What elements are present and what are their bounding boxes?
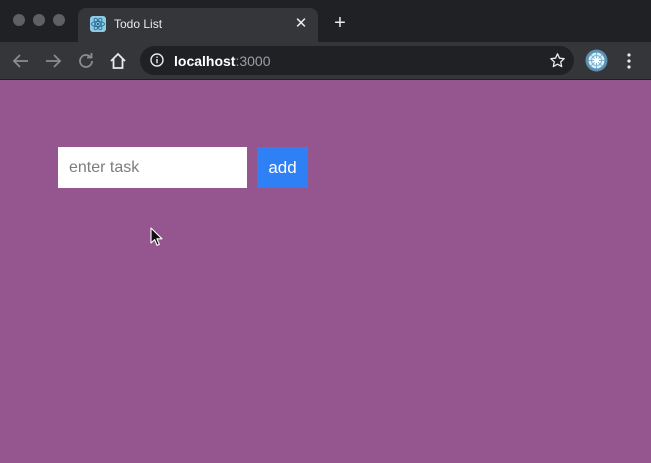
window-minimize-control[interactable]: [33, 14, 45, 26]
forward-arrow-icon[interactable]: [42, 50, 64, 72]
reload-icon[interactable]: [75, 50, 97, 72]
more-menu-icon[interactable]: [620, 51, 638, 71]
window-zoom-control[interactable]: [53, 14, 65, 26]
url-port: :3000: [235, 53, 271, 69]
window-close-control[interactable]: [13, 14, 25, 26]
url-host: localhost: [174, 53, 236, 69]
tab-title: Todo List: [114, 17, 163, 31]
address-bar[interactable]: localhost:3000: [140, 46, 574, 75]
bookmark-star-icon[interactable]: [549, 52, 566, 69]
url-text: localhost:3000: [174, 53, 271, 69]
home-icon[interactable]: [107, 50, 129, 72]
react-logo-icon: [90, 16, 106, 32]
new-tab-button[interactable]: +: [330, 13, 350, 33]
extension-icon[interactable]: [585, 49, 608, 72]
browser-window: Todo List ✕ + localhost:3000 enter task …: [0, 0, 651, 463]
back-arrow-icon[interactable]: [10, 50, 32, 72]
close-tab-icon[interactable]: ✕: [292, 15, 310, 33]
task-input[interactable]: [58, 147, 247, 188]
tab-strip: Todo List ✕ +: [0, 0, 651, 42]
add-task-button[interactable]: add: [257, 147, 308, 188]
browser-toolbar: localhost:3000: [0, 42, 651, 80]
mouse-pointer-icon: [150, 227, 164, 247]
info-icon[interactable]: [150, 53, 164, 67]
tab-todo-list[interactable]: Todo List ✕: [78, 8, 318, 42]
page-content: add: [0, 80, 651, 463]
